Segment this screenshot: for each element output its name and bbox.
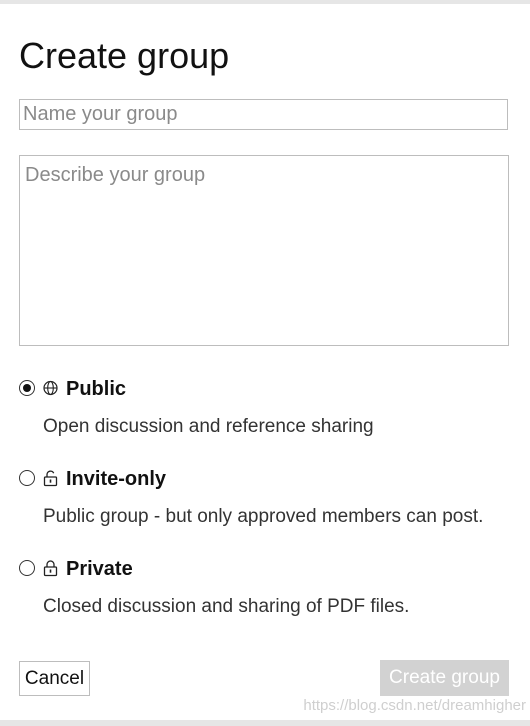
watermark-text: https://blog.csdn.net/dreamhigher [303,697,526,714]
private-description: Closed discussion and sharing of PDF fil… [43,596,410,617]
private-label: Private [66,558,133,580]
privacy-option-private[interactable]: Private Closed discussion and sharing of… [19,554,509,626]
lock-icon [42,559,59,577]
public-label: Public [66,378,127,400]
privacy-option-public[interactable]: Public Open discussion and reference sha… [19,374,509,446]
invite-only-description: Public group - but only approved members… [43,506,484,527]
public-radio[interactable] [19,380,35,396]
cancel-button[interactable]: Cancel [19,661,90,696]
privacy-option-invite-only[interactable]: Invite-only Public group - but only appr… [19,464,509,536]
globe-icon [42,379,59,397]
create-group-dialog: Create group Public Open discussion and … [0,4,530,720]
invite-only-label: Invite-only [66,468,167,490]
group-description-input[interactable] [19,155,509,346]
unlocked-icon [42,469,59,487]
public-description: Open discussion and reference sharing [43,416,374,437]
create-group-button[interactable]: Create group [380,660,509,696]
dialog-title: Create group [19,35,230,76]
invite-only-radio[interactable] [19,470,35,486]
group-name-input[interactable] [19,99,508,130]
private-radio[interactable] [19,560,35,576]
